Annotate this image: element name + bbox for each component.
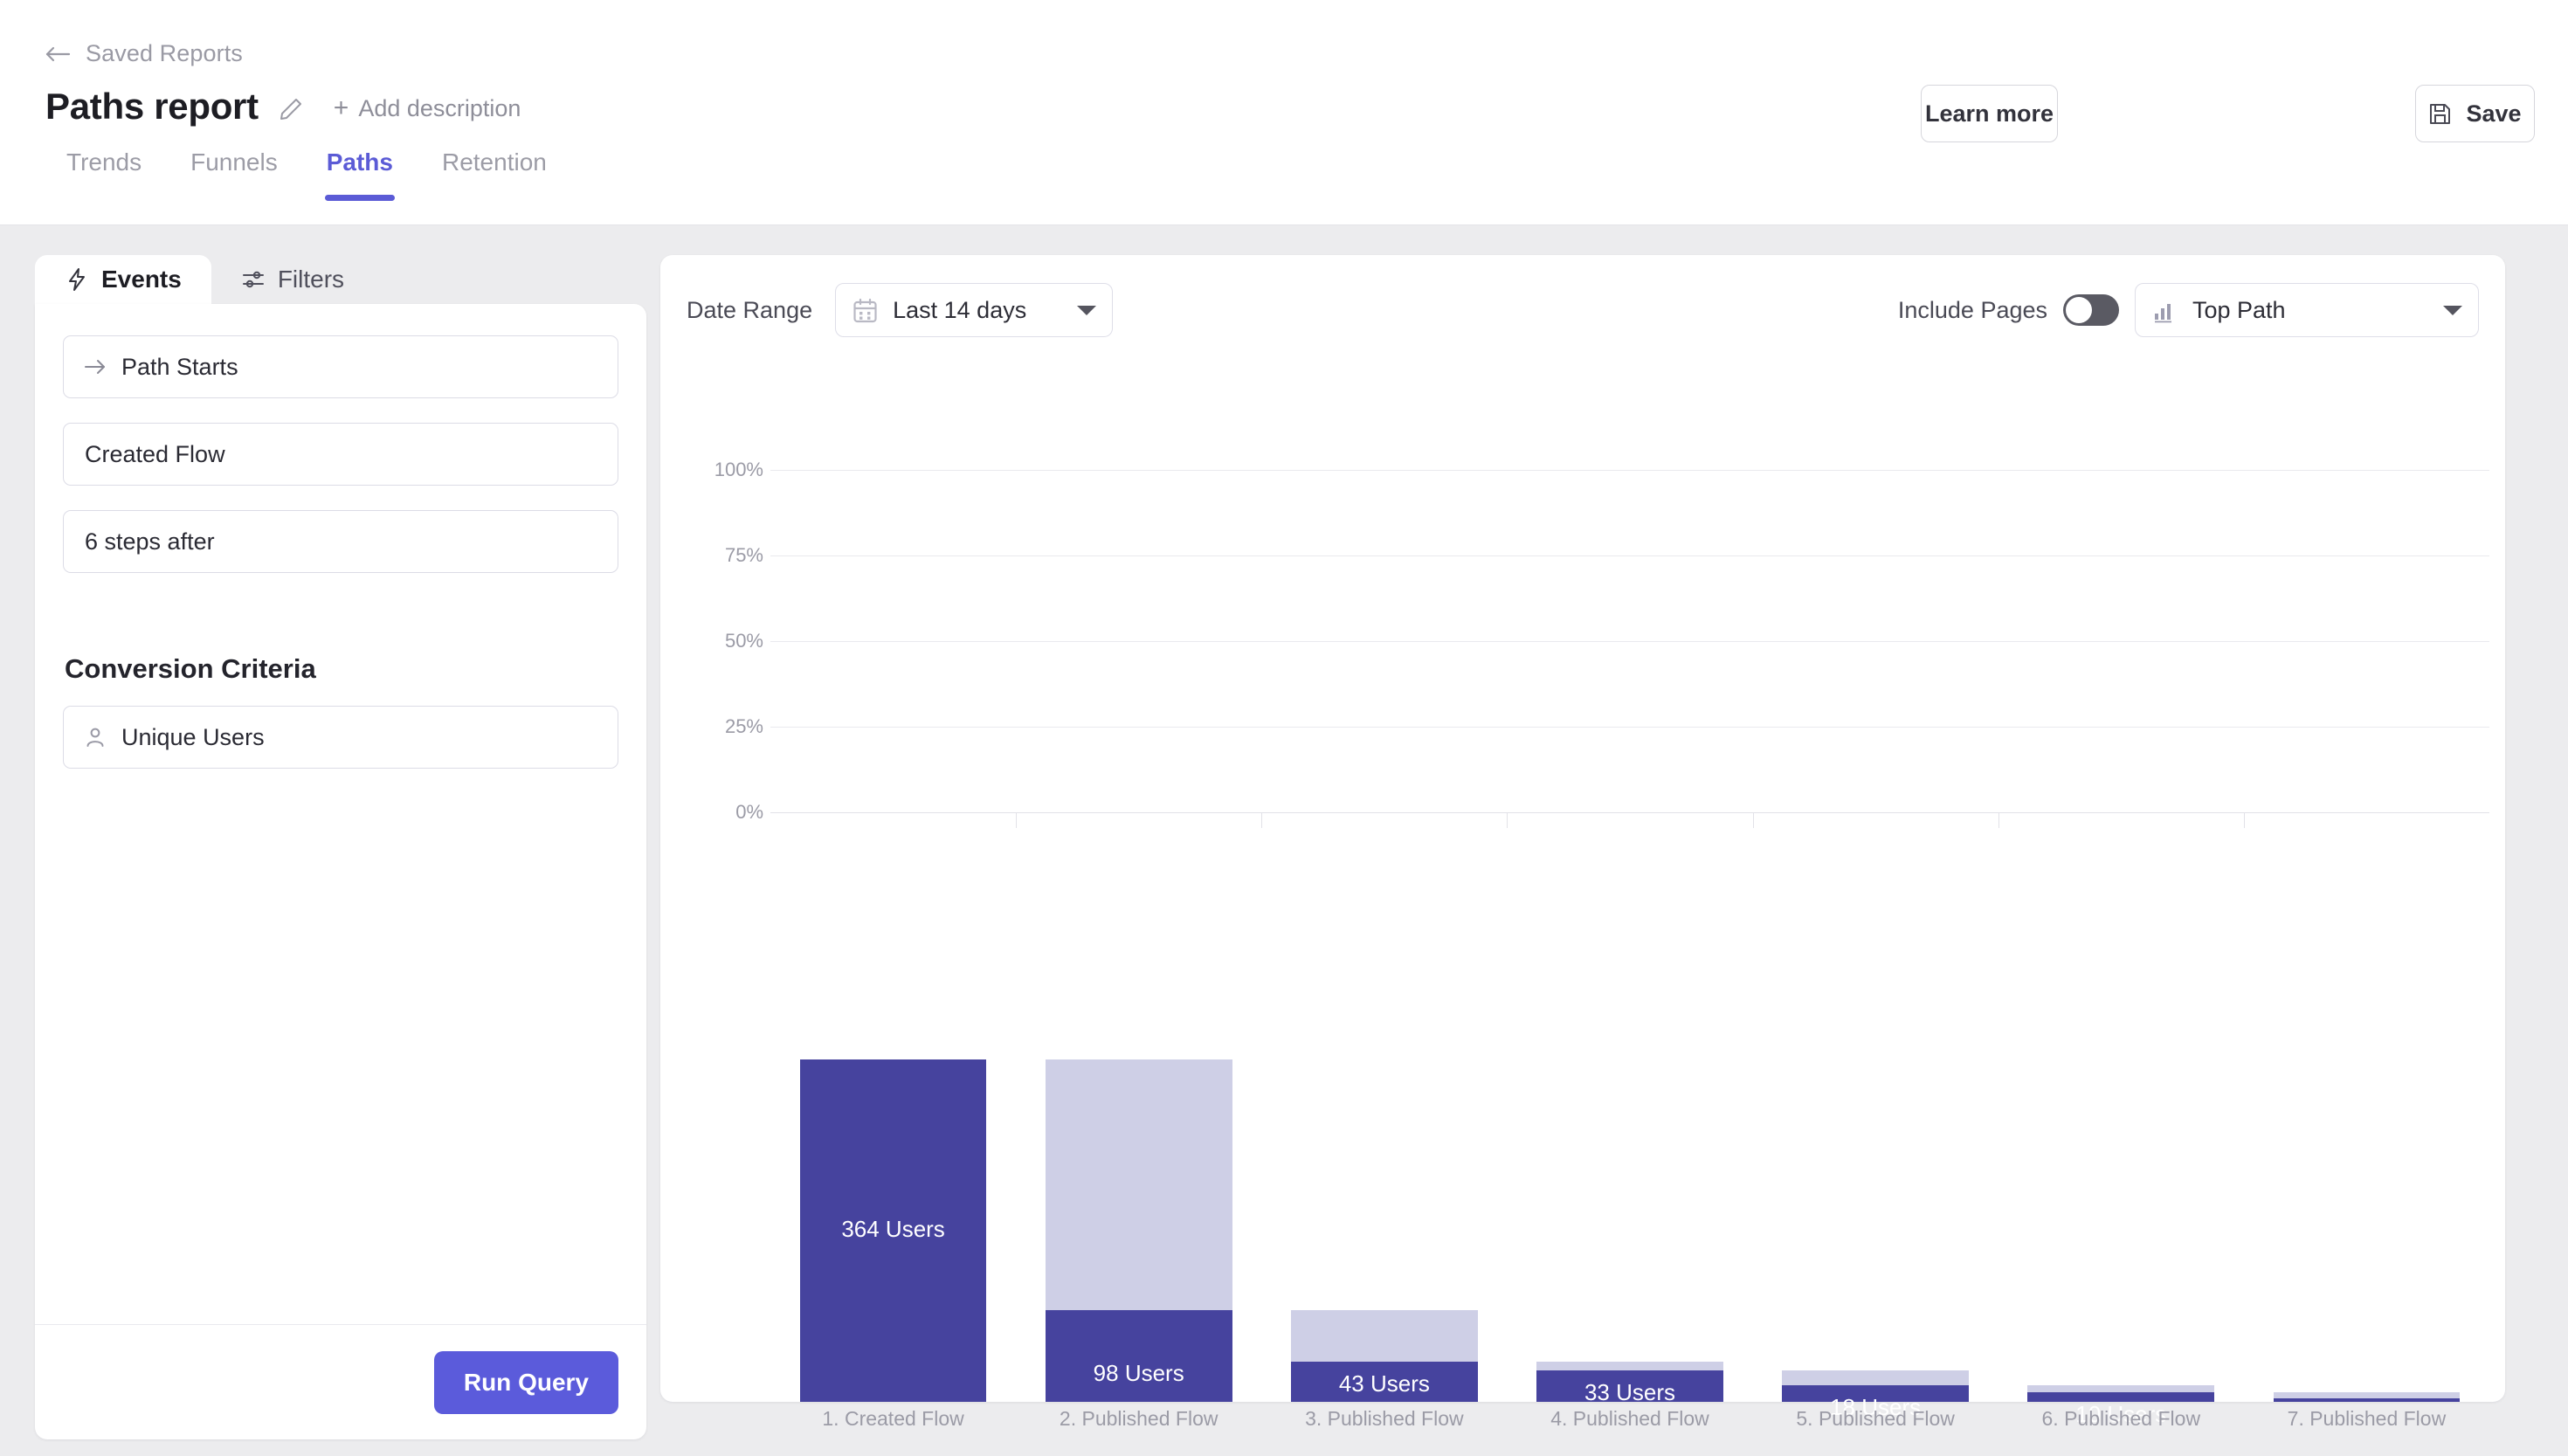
x-axis-label: 7. Published Flow [2287,1407,2447,1430]
event-row-path-starts-label: Path Starts [121,353,238,380]
calendar-icon [852,297,879,324]
event-row-created-flow-label: Created Flow [85,440,225,467]
date-range-control: Date Range Last 14 days [687,283,1114,337]
conversion-criteria-row[interactable]: Unique Users [63,706,618,769]
query-panel-footer: Run Query [35,1324,646,1439]
add-description-button[interactable]: + Add description [334,95,521,122]
pencil-icon[interactable] [278,96,304,122]
x-axis-label: 6. Published Flow [2041,1407,2201,1430]
chevron-down-icon [1077,305,1097,315]
chart-card: Date Range Last 14 days Include Pages To… [660,255,2505,1430]
event-row-path-starts[interactable]: Path Starts [63,335,618,398]
x-axis-tickmark [1998,813,1999,828]
plus-icon: + [333,93,349,122]
chevron-down-icon [2443,305,2462,315]
tab-filters-label: Filters [277,266,345,293]
y-axis-tick: 25% [724,715,763,737]
conversion-criteria-heading: Conversion Criteria [65,653,316,684]
x-axis-tickmark [1261,813,1263,828]
learn-more-label: Learn more [1924,100,2054,127]
event-row-steps-after[interactable]: 6 steps after [63,510,618,573]
query-panel-body: Path Starts Created Flow 6 steps after C… [35,304,646,769]
breadcrumb-label: Saved Reports [86,40,243,66]
x-axis-tickmark [1752,813,1754,828]
chart-x-axis: 1. Created Flow 2. Published Flow 3. Publi… [770,1407,2489,1442]
tab-paths[interactable]: Paths [302,148,418,201]
add-description-label: Add description [358,94,521,121]
page-title: Paths report [45,86,259,127]
app-header: Saved Reports Paths report + Add descrip… [0,0,2568,225]
chart-toolbar: Date Range Last 14 days Include Pages To… [660,255,2505,360]
y-axis-tick: 100% [714,459,763,480]
save-label: Save [2466,100,2522,127]
x-axis-label: 2. Published Flow [1059,1407,1218,1430]
top-path-select[interactable]: Top Path [2135,283,2479,337]
tab-filters[interactable]: Filters [211,255,374,304]
bar-chart-icon [2151,297,2178,324]
x-axis-label: 4. Published Flow [1550,1407,1709,1430]
tab-retention-label: Retention [441,148,547,176]
y-axis-tick: 50% [724,630,763,652]
x-axis-tickmark [1016,813,1018,828]
date-range-select[interactable]: Last 14 days [835,283,1114,337]
tab-paths-label: Paths [326,148,393,176]
x-axis-tickmark [2243,813,2245,828]
paths-bar-chart: 0% 25% 50% 75% 100% 364 Users 98 Users 43 User… [660,360,2505,1430]
y-axis-tick: 75% [724,544,763,566]
date-range-value: Last 14 days [893,296,1027,323]
event-row-created-flow[interactable]: Created Flow [63,423,618,486]
person-icon [83,725,107,749]
event-row-steps-after-label: 6 steps after [85,528,215,555]
query-builder-panel: Events Filters Path Starts Created Flow … [35,255,646,1439]
report-type-tabs: Trends Funnels Paths Retention [42,148,571,201]
tab-trends-label: Trends [66,148,142,176]
tab-events-label: Events [101,266,182,293]
tab-retention[interactable]: Retention [418,148,571,201]
x-axis-label: 1. Created Flow [822,1407,964,1430]
learn-more-button[interactable]: Learn more [1921,85,2058,142]
arrow-right-icon [83,355,107,379]
conversion-criteria-label: Unique Users [121,723,265,750]
include-pages-label: Include Pages [1897,296,2047,323]
tab-events[interactable]: Events [35,255,211,304]
title-row: Paths report + Add description [45,86,521,128]
floppy-disk-icon [2428,102,2452,126]
top-path-value: Top Path [2192,296,2286,323]
breadcrumb-back[interactable]: Saved Reports [45,40,243,67]
tab-funnels[interactable]: Funnels [166,148,302,201]
tab-trends[interactable]: Trends [42,148,166,201]
arrow-left-icon [45,44,72,65]
query-panel-tabs: Events Filters [35,255,646,304]
x-axis-tickmark [1507,813,1508,828]
x-axis-label: 3. Published Flow [1305,1407,1464,1430]
tab-funnels-label: Funnels [190,148,278,176]
run-query-button[interactable]: Run Query [433,1350,618,1414]
lightning-bolt-icon [65,267,89,292]
include-pages-toggle[interactable] [2063,294,2119,326]
save-button[interactable]: Save [2415,85,2535,142]
toggle-knob [2066,297,2092,323]
path-controls: Include Pages Top Path [1898,283,2479,337]
date-range-label: Date Range [687,296,813,323]
x-axis-label: 5. Published Flow [1796,1407,1955,1430]
query-panel-card: Path Starts Created Flow 6 steps after C… [35,304,646,1439]
sliders-icon [241,267,266,292]
y-axis-tick: 0% [735,801,763,823]
x-axis-ticks [770,360,2489,1402]
